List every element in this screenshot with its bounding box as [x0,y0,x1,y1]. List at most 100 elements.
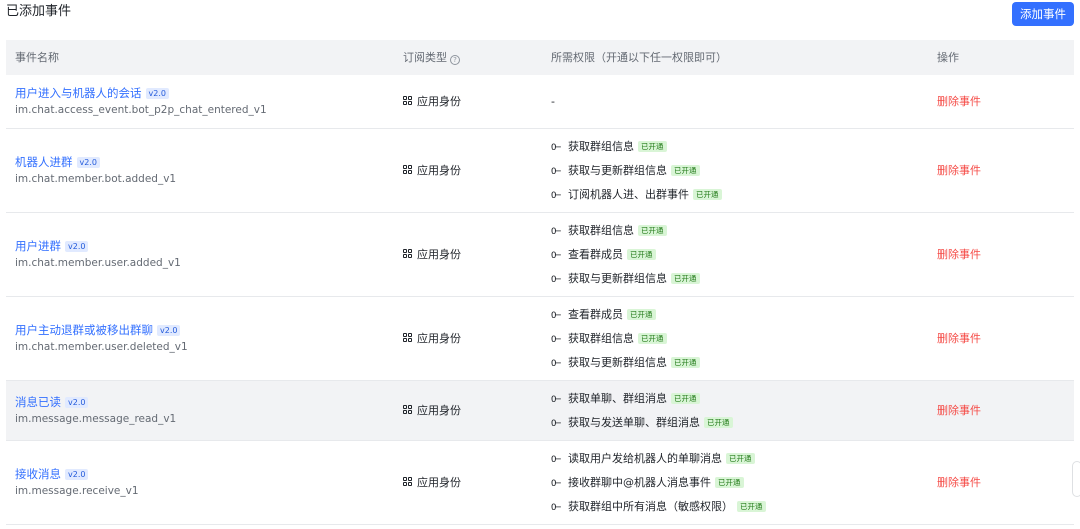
permission-label: 获取群组信息 [568,140,634,153]
permission-item: O─ 获取与更新群组信息 已开通 [551,164,700,178]
events-page: 已添加事件 添加事件 事件名称 订阅类型? 所需权限（开通以下任一权限即可） 操… [0,0,1080,529]
event-id: im.chat.member.bot.added_v1 [15,173,177,185]
table-row: 用户进入与机器人的会话 v2.0 im.chat.access_event.bot_… [6,75,1074,129]
permission-item: O─ 获取单聊、群组消息 已开通 [551,392,700,406]
table-row: 接收消息 v2.0 im.message.receive_v1 应用身份 O─ 读取用户发… [6,441,1074,525]
delete-event-link[interactable]: 删除事件 [937,95,981,109]
enabled-badge: 已开通 [715,477,744,488]
subscription-label: 应用身份 [417,164,461,177]
delete-event-link[interactable]: 删除事件 [937,164,981,178]
enabled-badge: 已开通 [638,333,667,344]
subscription-type: 应用身份 [403,332,461,346]
event-title-text: 消息已读 [15,395,61,409]
grid-icon [403,165,413,175]
key-icon: O─ [551,143,561,153]
subscription-label: 应用身份 [417,404,461,417]
column-header-subscription: 订阅类型? [403,40,460,75]
question-icon[interactable]: ? [450,55,460,65]
enabled-badge: 已开通 [671,273,700,284]
version-badge: v2.0 [65,469,89,480]
delete-event-link[interactable]: 删除事件 [937,248,981,262]
grid-icon [403,249,413,259]
permission-item: O─ 获取群组信息 已开通 [551,332,667,346]
delete-event-link[interactable]: 删除事件 [937,332,981,346]
permission-item: O─ 订阅机器人进、出群事件 已开通 [551,188,722,202]
scroll-handle[interactable] [1072,461,1080,497]
enabled-badge: 已开通 [627,309,656,320]
version-badge: v2.0 [65,397,89,408]
delete-event-link[interactable]: 删除事件 [937,404,981,418]
permission-label: 查看群成员 [568,308,623,321]
event-title[interactable]: 用户进入与机器人的会话 v2.0 [15,85,267,101]
table-header: 事件名称 订阅类型? 所需权限（开通以下任一权限即可） 操作 [6,40,1074,75]
table-row: 用户进群 v2.0 im.chat.member.user.added_v1 应用身份… [6,213,1074,297]
permission-item: O─ 获取与发送单聊、群组消息 已开通 [551,416,733,430]
delete-event-link[interactable]: 删除事件 [937,476,981,490]
grid-icon [403,333,413,343]
key-icon: O─ [551,479,561,489]
permission-item: O─ 查看群成员 已开通 [551,248,656,262]
key-icon: O─ [551,191,561,201]
events-table: 事件名称 订阅类型? 所需权限（开通以下任一权限即可） 操作 用户进入与机器人的… [6,40,1074,525]
subscription-label: 应用身份 [417,248,461,261]
permission-label: 订阅机器人进、出群事件 [568,188,689,201]
event-title-text: 接收消息 [15,467,61,481]
permission-label: 接收群聊中@机器人消息事件 [568,476,711,489]
enabled-badge: 已开通 [671,357,700,368]
event-title[interactable]: 机器人进群 v2.0 [15,154,176,170]
table-body: 用户进入与机器人的会话 v2.0 im.chat.access_event.bot_… [6,75,1074,525]
enabled-badge: 已开通 [671,165,700,176]
permission-label: 获取群组中所有消息（敏感权限） [568,500,733,513]
column-header-subscription-label: 订阅类型 [403,51,447,64]
permission-label: 读取用户发给机器人的单聊消息 [568,452,722,465]
event-name-cell: 用户主动退群或被移出群聊 v2.0 im.chat.member.user.dele… [15,322,188,355]
subscription-type: 应用身份 [403,248,461,262]
enabled-badge: 已开通 [671,393,700,404]
event-title[interactable]: 用户进群 v2.0 [15,238,181,254]
permission-item: O─ 查看群成员 已开通 [551,308,656,322]
table-row: 消息已读 v2.0 im.message.message_read_v1 应用身份 O─… [6,381,1074,441]
event-title-text: 用户进入与机器人的会话 [15,86,142,100]
enabled-badge: 已开通 [726,453,755,464]
subscription-type: 应用身份 [403,164,461,178]
column-header-name: 事件名称 [15,51,59,64]
event-id: im.message.message_read_v1 [15,413,177,425]
permission-item: O─ 获取群组中所有消息（敏感权限） 已开通 [551,500,766,514]
key-icon: O─ [551,503,561,513]
key-icon: O─ [551,227,561,237]
permission-label: 获取群组信息 [568,332,634,345]
event-title[interactable]: 用户主动退群或被移出群聊 v2.0 [15,322,188,338]
version-badge: v2.0 [76,157,100,168]
event-id: im.chat.member.user.deleted_v1 [15,341,188,353]
permission-item: O─ 获取与更新群组信息 已开通 [551,272,700,286]
event-name-cell: 接收消息 v2.0 im.message.receive_v1 [15,466,139,499]
permission-label: 查看群成员 [568,248,623,261]
subscription-type: 应用身份 [403,404,461,418]
add-event-button[interactable]: 添加事件 [1012,2,1074,26]
version-badge: v2.0 [65,241,89,252]
permission-item: O─ 接收群聊中@机器人消息事件 已开通 [551,476,744,490]
permission-label: 获取与更新群组信息 [568,356,667,369]
event-name-cell: 用户进群 v2.0 im.chat.member.user.added_v1 [15,238,181,271]
event-title[interactable]: 接收消息 v2.0 [15,466,139,482]
grid-icon [403,405,413,415]
version-badge: v2.0 [157,325,181,336]
event-id: im.chat.access_event.bot_p2p_chat_entere… [15,104,267,116]
key-icon: O─ [551,311,561,321]
key-icon: O─ [551,251,561,261]
column-header-permissions: 所需权限（开通以下任一权限即可） [551,51,727,64]
event-title[interactable]: 消息已读 v2.0 [15,394,176,410]
permission-item: O─ 获取群组信息 已开通 [551,224,667,238]
event-name-cell: 用户进入与机器人的会话 v2.0 im.chat.access_event.bot_… [15,85,267,118]
subscription-type: 应用身份 [403,95,461,109]
no-permission-dash: - [551,95,555,108]
event-id: im.message.receive_v1 [15,485,139,497]
permission-label: 获取单聊、群组消息 [568,392,667,405]
permission-item: O─ 获取与更新群组信息 已开通 [551,356,700,370]
grid-icon [403,96,413,106]
enabled-badge: 已开通 [737,501,766,512]
permission-label: 获取群组信息 [568,224,634,237]
grid-icon [403,477,413,487]
key-icon: O─ [551,167,561,177]
event-id: im.chat.member.user.added_v1 [15,257,181,269]
